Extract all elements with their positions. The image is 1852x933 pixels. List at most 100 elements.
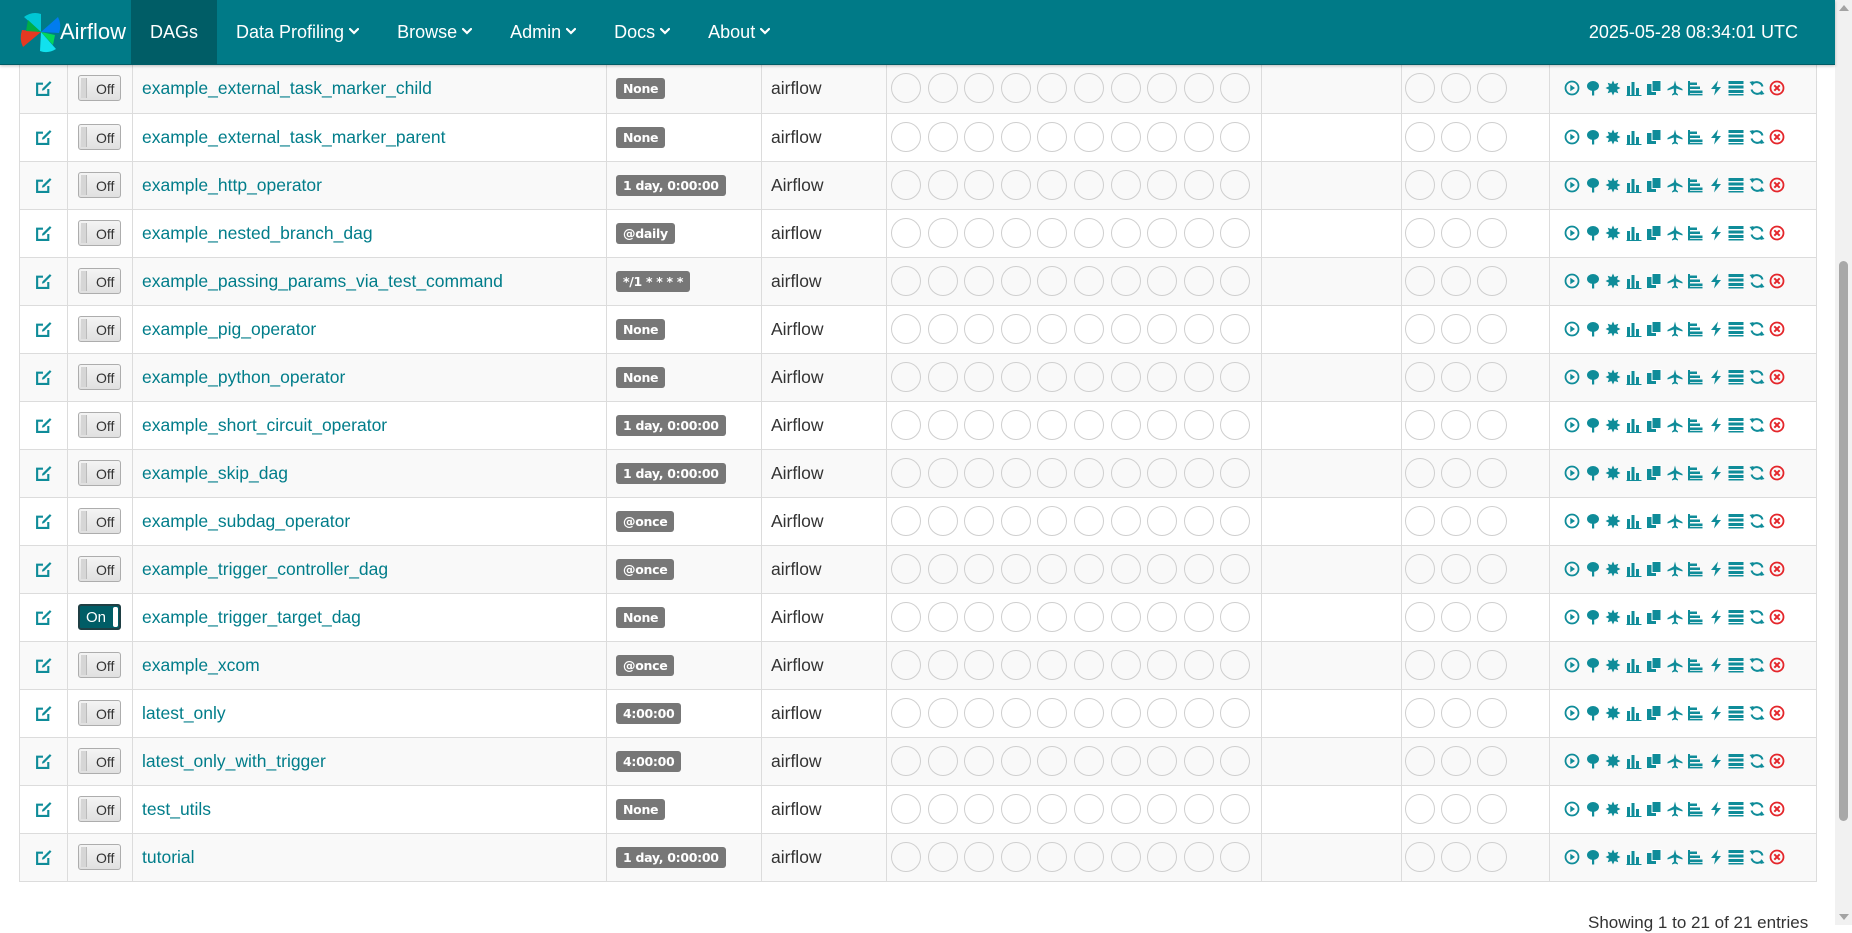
tree-view-link[interactable] xyxy=(1583,607,1604,627)
dag-run-state-circle[interactable] xyxy=(1183,794,1214,824)
task-tries-link[interactable] xyxy=(1644,415,1665,435)
task-state-circle[interactable] xyxy=(1477,218,1507,248)
landing-times-link[interactable] xyxy=(1665,175,1686,195)
graph-view-link[interactable] xyxy=(1603,463,1624,483)
dag-run-state-circle[interactable] xyxy=(1183,314,1214,344)
nav-browse[interactable]: Browse xyxy=(378,0,491,64)
task-state-circle[interactable] xyxy=(1477,650,1507,680)
dag-pause-toggle[interactable]: Off xyxy=(78,556,121,582)
task-state-circle[interactable] xyxy=(1477,794,1507,824)
dag-run-state-circle[interactable] xyxy=(964,554,995,584)
delete-link[interactable] xyxy=(1767,319,1788,339)
trigger-dag-link[interactable] xyxy=(1562,463,1583,483)
tree-view-link[interactable] xyxy=(1583,127,1604,147)
dag-id-link[interactable]: example_xcom xyxy=(133,655,260,675)
task-state-circle[interactable] xyxy=(1477,698,1507,728)
trigger-dag-link[interactable] xyxy=(1562,703,1583,723)
landing-times-link[interactable] xyxy=(1665,271,1686,291)
dag-run-state-circle[interactable] xyxy=(891,73,921,104)
delete-link[interactable] xyxy=(1767,511,1788,531)
dag-run-state-circle[interactable] xyxy=(891,362,921,392)
dag-run-state-circle[interactable] xyxy=(1110,650,1141,680)
dag-run-state-circle[interactable] xyxy=(1183,362,1214,392)
code-link[interactable] xyxy=(1706,847,1727,867)
dag-run-state-circle[interactable] xyxy=(1220,458,1251,488)
graph-view-link[interactable] xyxy=(1603,751,1624,771)
task-state-circle[interactable] xyxy=(1477,170,1507,200)
task-tries-link[interactable] xyxy=(1644,175,1665,195)
task-state-circle[interactable] xyxy=(1441,650,1471,680)
task-duration-link[interactable] xyxy=(1624,175,1645,195)
landing-times-link[interactable] xyxy=(1665,127,1686,147)
dag-run-state-circle[interactable] xyxy=(1000,794,1031,824)
tree-view-link[interactable] xyxy=(1583,703,1604,723)
task-state-circle[interactable] xyxy=(1441,73,1471,104)
landing-times-link[interactable] xyxy=(1665,415,1686,435)
dag-id-link[interactable]: example_short_circuit_operator xyxy=(133,415,387,435)
logs-link[interactable] xyxy=(1726,78,1747,98)
dag-pause-toggle[interactable]: Off xyxy=(78,172,121,198)
task-state-circle[interactable] xyxy=(1477,122,1507,152)
dag-run-state-circle[interactable] xyxy=(964,266,995,296)
task-state-circle[interactable] xyxy=(1441,458,1471,488)
dag-run-state-circle[interactable] xyxy=(1110,842,1141,872)
dag-run-state-circle[interactable] xyxy=(1000,650,1031,680)
dag-run-state-circle[interactable] xyxy=(1073,122,1104,152)
delete-link[interactable] xyxy=(1767,847,1788,867)
gantt-link[interactable] xyxy=(1685,367,1706,387)
edit-dag-icon[interactable] xyxy=(20,80,67,97)
refresh-link[interactable] xyxy=(1747,847,1768,867)
dag-run-state-circle[interactable] xyxy=(1073,458,1104,488)
task-state-circle[interactable] xyxy=(1405,170,1435,200)
delete-link[interactable] xyxy=(1767,415,1788,435)
dag-run-state-circle[interactable] xyxy=(891,698,921,728)
trigger-dag-link[interactable] xyxy=(1562,847,1583,867)
dag-run-state-circle[interactable] xyxy=(1183,506,1214,536)
dag-run-state-circle[interactable] xyxy=(927,602,958,632)
dag-run-state-circle[interactable] xyxy=(1220,122,1251,152)
graph-view-link[interactable] xyxy=(1603,415,1624,435)
landing-times-link[interactable] xyxy=(1665,223,1686,243)
task-state-circle[interactable] xyxy=(1441,842,1471,872)
gantt-link[interactable] xyxy=(1685,607,1706,627)
dag-id-link[interactable]: tutorial xyxy=(133,847,195,867)
dag-run-state-circle[interactable] xyxy=(1110,794,1141,824)
trigger-dag-link[interactable] xyxy=(1562,751,1583,771)
task-tries-link[interactable] xyxy=(1644,559,1665,579)
landing-times-link[interactable] xyxy=(1665,559,1686,579)
dag-run-state-circle[interactable] xyxy=(1110,746,1141,776)
task-duration-link[interactable] xyxy=(1624,799,1645,819)
trigger-dag-link[interactable] xyxy=(1562,607,1583,627)
dag-run-state-circle[interactable] xyxy=(1000,122,1031,152)
code-link[interactable] xyxy=(1706,223,1727,243)
dag-run-state-circle[interactable] xyxy=(1000,218,1031,248)
dag-run-state-circle[interactable] xyxy=(891,746,921,776)
refresh-link[interactable] xyxy=(1747,223,1768,243)
dag-run-state-circle[interactable] xyxy=(1147,218,1178,248)
refresh-link[interactable] xyxy=(1747,127,1768,147)
task-state-circle[interactable] xyxy=(1405,458,1435,488)
graph-view-link[interactable] xyxy=(1603,127,1624,147)
task-tries-link[interactable] xyxy=(1644,655,1665,675)
dag-run-state-circle[interactable] xyxy=(1147,362,1178,392)
dag-run-state-circle[interactable] xyxy=(1110,218,1141,248)
task-state-circle[interactable] xyxy=(1405,362,1435,392)
tree-view-link[interactable] xyxy=(1583,319,1604,339)
task-duration-link[interactable] xyxy=(1624,511,1645,531)
task-state-circle[interactable] xyxy=(1405,650,1435,680)
dag-run-state-circle[interactable] xyxy=(1037,458,1068,488)
delete-link[interactable] xyxy=(1767,223,1788,243)
dag-run-state-circle[interactable] xyxy=(1037,266,1068,296)
task-duration-link[interactable] xyxy=(1624,127,1645,147)
tree-view-link[interactable] xyxy=(1583,223,1604,243)
dag-run-state-circle[interactable] xyxy=(1147,314,1178,344)
task-duration-link[interactable] xyxy=(1624,367,1645,387)
dag-pause-toggle[interactable]: Off xyxy=(78,124,121,150)
dag-run-state-circle[interactable] xyxy=(1183,122,1214,152)
task-tries-link[interactable] xyxy=(1644,127,1665,147)
gantt-link[interactable] xyxy=(1685,415,1706,435)
dag-run-state-circle[interactable] xyxy=(891,218,921,248)
gantt-link[interactable] xyxy=(1685,463,1706,483)
trigger-dag-link[interactable] xyxy=(1562,367,1583,387)
dag-run-state-circle[interactable] xyxy=(1147,170,1178,200)
